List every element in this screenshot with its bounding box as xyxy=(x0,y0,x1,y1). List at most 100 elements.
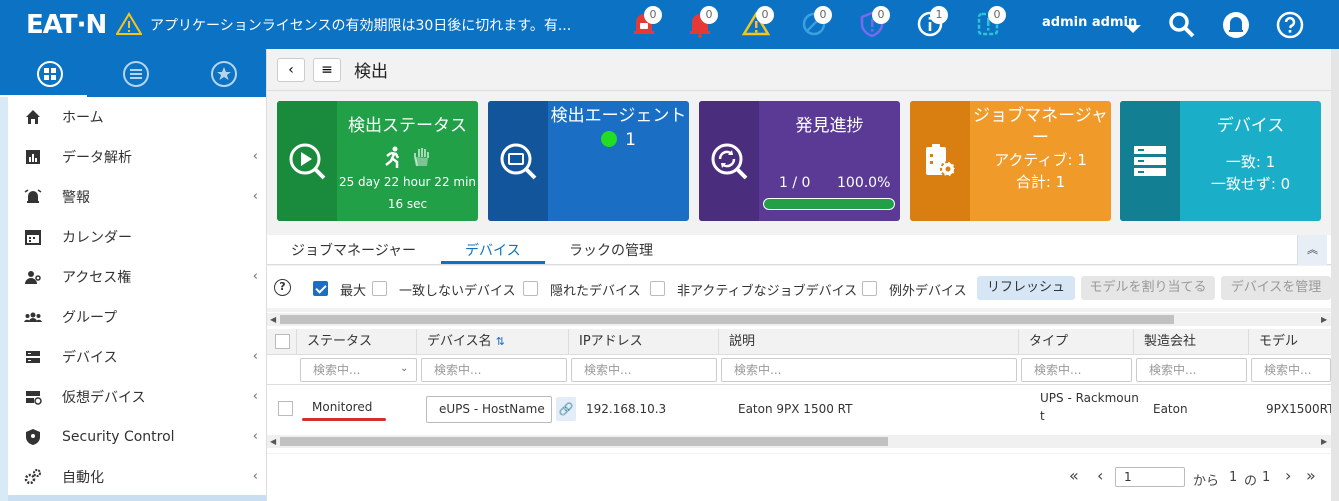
pager-current: 1 xyxy=(1229,470,1238,485)
sidebar-scrollbar[interactable] xyxy=(0,97,8,501)
manage-device-button[interactable]: デバイスを管理 xyxy=(1221,276,1331,300)
sidebar-item-analytics[interactable]: データ解析 ‹ xyxy=(8,137,266,177)
back-button[interactable]: ‹ xyxy=(277,58,305,82)
page-number-input[interactable]: 1 xyxy=(1115,467,1185,487)
column-header-description[interactable]: 説明 xyxy=(719,329,1019,355)
pager-from-label: から xyxy=(1193,474,1220,489)
sidebar-item-alarms[interactable]: 警報 ‹ xyxy=(8,177,266,217)
sidebar-item-virtual-devices[interactable]: 仮想デバイス ‹ xyxy=(8,377,266,417)
scrollbar-thumb[interactable] xyxy=(280,437,888,446)
help-circle-icon[interactable]: ? xyxy=(274,279,291,296)
card-title: 検出ステータス xyxy=(348,116,467,136)
first-page-button[interactable]: « xyxy=(1069,466,1079,485)
eaton-logo[interactable]: EAT·N xyxy=(26,10,107,40)
search-icon[interactable] xyxy=(1168,11,1196,39)
help-icon[interactable] xyxy=(1276,11,1304,39)
row-status[interactable]: Monitored xyxy=(312,400,372,414)
card-job-manager[interactable]: ジョブマネージャー アクティブ: 1 合計: 1 xyxy=(910,101,1111,221)
ip-filter-input[interactable]: 検索中... xyxy=(571,358,717,382)
select-all-checkbox[interactable] xyxy=(275,334,290,349)
collapse-button[interactable]: ︽ xyxy=(1297,235,1327,265)
disabled-notification[interactable]: 0 xyxy=(800,6,832,40)
sidebar-tabs xyxy=(0,49,266,98)
device-name-filter-input[interactable]: 検索中... xyxy=(421,358,567,382)
device-name-field[interactable]: eUPS - HostName xyxy=(426,396,552,423)
card-mismatch-count: 一致せず: 0 xyxy=(1210,175,1291,193)
chevron-down-icon[interactable] xyxy=(1125,25,1141,33)
column-header-device-name[interactable]: デバイス名 ⇅ xyxy=(417,329,569,355)
model-filter-input[interactable]: 検索中... xyxy=(1251,358,1331,382)
sidebar-tab-apps[interactable] xyxy=(37,61,63,87)
next-page-button[interactable]: › xyxy=(1285,466,1291,485)
table-row[interactable]: Monitored eUPS - HostName 🔗 192.168.10.3… xyxy=(267,385,1331,435)
type-filter-input[interactable]: 検索中... xyxy=(1021,358,1132,382)
scroll-left-icon[interactable]: ◀ xyxy=(270,435,276,448)
card-discovery-agent[interactable]: 検出エージェント 1 xyxy=(488,101,689,221)
security-notification[interactable]: 0 xyxy=(858,6,890,40)
row-checkbox[interactable] xyxy=(278,401,293,416)
running-icon xyxy=(385,146,400,168)
bell-notification[interactable]: 0 xyxy=(686,6,718,40)
device-alert-notification[interactable]: 0 xyxy=(974,6,1006,40)
grid-horizontal-scrollbar-top[interactable]: ◀ ▶ xyxy=(267,313,1331,326)
user-menu[interactable]: admin admin xyxy=(1042,15,1137,30)
card-icon-area xyxy=(910,101,970,221)
last-page-button[interactable]: » xyxy=(1306,466,1316,485)
sidebar-item-label: アクセス権 xyxy=(62,270,132,286)
sidebar-item-calendar[interactable]: カレンダー xyxy=(8,217,266,257)
sidebar-item-label: データ解析 xyxy=(62,150,132,166)
scroll-right-icon[interactable]: ▶ xyxy=(1321,313,1327,326)
assign-model-button[interactable]: モデルを割り当てる xyxy=(1081,276,1215,300)
inactive-label: 非アクティブなジョブデバイス xyxy=(677,284,858,299)
exception-checkbox[interactable] xyxy=(862,281,877,296)
notifications-bell-icon[interactable] xyxy=(1222,11,1250,39)
prev-page-button[interactable]: ‹ xyxy=(1097,466,1103,485)
grid-horizontal-scrollbar-bottom[interactable]: ◀ ▶ xyxy=(267,435,1331,448)
warning-notification[interactable]: 0 xyxy=(741,6,774,40)
refresh-button[interactable]: リフレッシュ xyxy=(977,276,1075,300)
sidebar-item-groups[interactable]: グループ xyxy=(8,297,266,337)
scroll-right-icon[interactable]: ▶ xyxy=(1321,435,1327,448)
card-icon-area xyxy=(1120,101,1180,221)
sidebar-item-automation[interactable]: 自動化 ‹ xyxy=(8,457,266,497)
column-header-manufacturer[interactable]: 製造会社 xyxy=(1134,329,1249,355)
manufacturer-filter-input[interactable]: 検索中... xyxy=(1136,358,1247,382)
scroll-left-icon[interactable]: ◀ xyxy=(270,313,276,326)
column-header-model[interactable]: モデル xyxy=(1249,329,1331,355)
tab-rack-management[interactable]: ラックの管理 xyxy=(569,240,653,260)
max-checkbox[interactable] xyxy=(313,281,328,296)
hidden-checkbox[interactable] xyxy=(523,281,538,296)
sidebar-item-devices[interactable]: デバイス ‹ xyxy=(8,337,266,377)
link-button[interactable]: 🔗 xyxy=(556,397,576,421)
summary-cards: 検出ステータス 25 day 22 hour 22 min 16 sec 検出エ… xyxy=(267,92,1331,234)
inactive-checkbox[interactable] xyxy=(650,281,665,296)
tab-job-manager[interactable]: ジョブマネージャー xyxy=(291,240,416,260)
info-notification[interactable]: 1 xyxy=(916,6,948,40)
tab-devices[interactable]: デバイス xyxy=(465,240,521,260)
card-title: 発見進捗 xyxy=(795,116,864,136)
alarm-bell-notification[interactable]: 0 xyxy=(630,6,662,40)
mismatch-checkbox[interactable] xyxy=(372,281,387,296)
top-bar: EAT·N アプリケーションライセンスの有効期限は30日後に切れます。有... … xyxy=(0,0,1339,49)
card-discovery-status[interactable]: 検出ステータス 25 day 22 hour 22 min 16 sec xyxy=(277,101,478,221)
page-vertical-scrollbar[interactable] xyxy=(1331,49,1339,501)
description-filter-input[interactable]: 検索中... xyxy=(721,358,1017,382)
menu-button[interactable]: ≡ xyxy=(313,58,341,82)
column-header-status[interactable]: ステータス xyxy=(297,329,417,355)
sidebar-tab-favorites[interactable] xyxy=(211,61,237,87)
sidebar-item-access[interactable]: アクセス権 ‹ xyxy=(8,257,266,297)
column-header-ip[interactable]: IPアドレス xyxy=(569,329,719,355)
sidebar-item-security-control[interactable]: Security Control ‹ xyxy=(8,417,266,457)
card-devices[interactable]: デバイス 一致: 1 一致せず: 0 xyxy=(1120,101,1321,221)
sidebar-tab-list[interactable] xyxy=(123,61,149,87)
card-discovery-progress[interactable]: 発見進捗 1 / 0 100.0% xyxy=(699,101,900,221)
sidebar-item-label: グループ xyxy=(62,310,118,326)
chevron-up-icon: ︽ xyxy=(1307,243,1318,256)
agent-search-icon xyxy=(500,143,537,180)
notification-count: 0 xyxy=(988,6,1006,24)
card-body: 検出ステータス 25 day 22 hour 22 min 16 sec xyxy=(337,101,478,221)
license-message[interactable]: アプリケーションライセンスの有効期限は30日後に切れます。有... xyxy=(150,15,571,35)
sidebar-item-home[interactable]: ホーム xyxy=(8,97,266,137)
column-header-type[interactable]: タイプ xyxy=(1019,329,1134,355)
scrollbar-thumb[interactable] xyxy=(280,315,1174,324)
